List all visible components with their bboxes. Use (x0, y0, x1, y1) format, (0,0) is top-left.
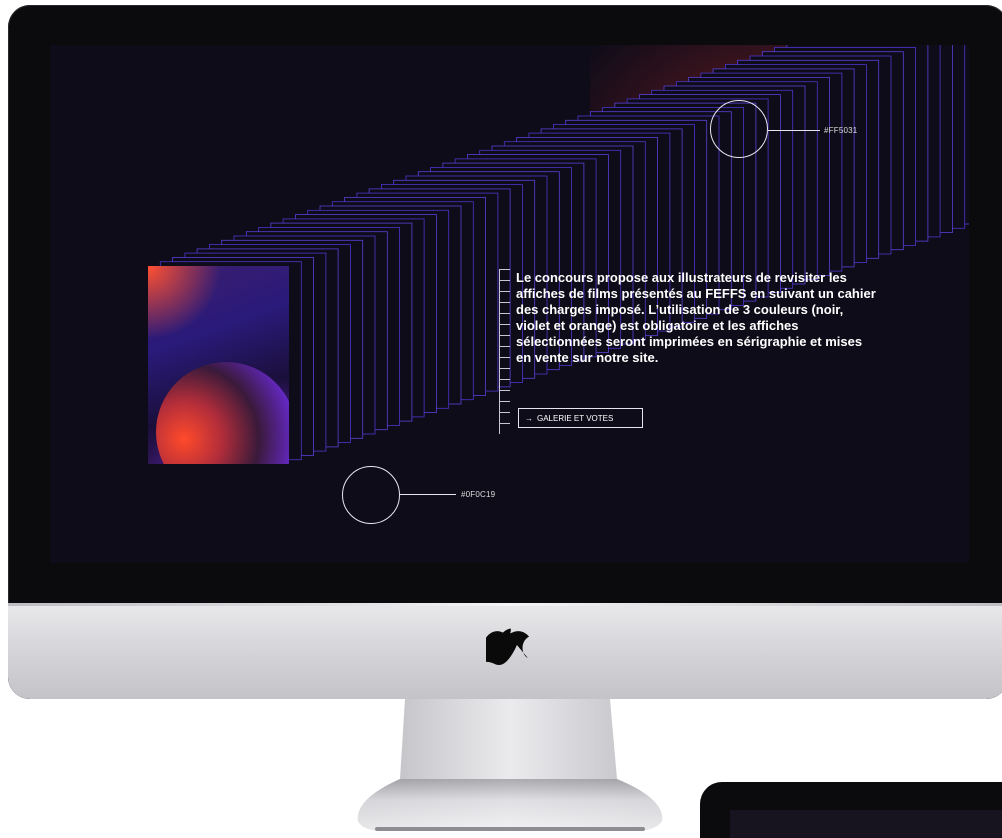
second-monitor-screen (730, 810, 1002, 838)
orange-swatch-circle (710, 100, 768, 158)
ruler-tick (500, 423, 510, 424)
apple-logo-icon (486, 628, 530, 666)
orange-swatch-leader-line (768, 130, 820, 131)
ruler-tick (500, 335, 510, 336)
ruler-tick (500, 324, 510, 325)
ruler-tick (500, 368, 510, 369)
ruler-decoration (499, 269, 511, 434)
dark-swatch-leader-line (400, 494, 456, 495)
ruler-tick (500, 313, 510, 314)
dark-swatch-label: #0F0C19 (461, 490, 496, 499)
ruler-tick (500, 379, 510, 380)
ruler-tick (500, 280, 510, 281)
arrow-right-icon: → (525, 413, 533, 423)
imac-chin (8, 603, 1002, 699)
dark-swatch-circle (342, 466, 400, 524)
ruler-tick (500, 302, 510, 303)
imac-frame: #FF5031 #0F0C19 Le concours propose aux … (8, 5, 1002, 699)
orange-swatch-label: #FF5031 (824, 126, 858, 135)
ruler-tick (500, 390, 510, 391)
second-monitor-edge (700, 782, 1002, 838)
contest-description: Le concours propose aux illustrateurs de… (516, 270, 876, 365)
ruler-tick (500, 357, 510, 358)
ruler-tick (500, 401, 510, 402)
ruler-tick (500, 269, 510, 270)
gallery-votes-button[interactable]: → GALERIE ET VOTES (518, 408, 643, 428)
ruler-tick (500, 412, 510, 413)
poster-orb (156, 362, 289, 464)
imac-stand (357, 699, 663, 831)
ruler-tick (500, 346, 510, 347)
gallery-votes-label: GALERIE ET VOTES (537, 413, 614, 423)
website-screen: #FF5031 #0F0C19 Le concours propose aux … (50, 45, 969, 563)
ruler-tick (500, 291, 510, 292)
featured-poster-image[interactable] (148, 266, 289, 464)
